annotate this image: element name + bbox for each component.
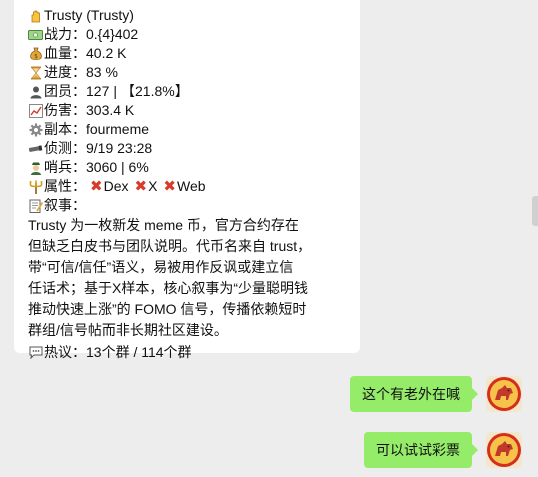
- field-label: 侦测：: [44, 140, 86, 156]
- field-progress: 进度： 83 %: [28, 63, 352, 82]
- scrollbar-handle[interactable]: [532, 196, 538, 226]
- member-icon: [28, 84, 43, 99]
- heat-value: 13个群 / 114个群: [86, 344, 192, 360]
- cash-icon: [28, 27, 43, 42]
- field-value: 0.{4}402: [86, 26, 139, 42]
- message-text: 可以试试彩票: [376, 442, 460, 458]
- field-label: 副本：: [44, 121, 86, 137]
- field-label: 战力：: [44, 26, 86, 42]
- field-members: 团员： 127 | 【21.8%】: [28, 82, 352, 101]
- field-value: 3060 | 6%: [86, 159, 149, 175]
- dog-avatar-icon: [487, 377, 521, 411]
- money-bag-icon: $: [28, 46, 43, 61]
- field-value: 9/19 23:28: [86, 140, 153, 156]
- field-label: 哨兵：: [44, 159, 86, 175]
- dog-avatar-icon: [487, 433, 521, 467]
- avatar[interactable]: [486, 432, 522, 468]
- telescope-icon: [28, 141, 43, 156]
- attr-label: 属性：: [44, 178, 86, 194]
- field-value: 40.2 K: [86, 45, 127, 61]
- narrative-heading: 叙事：: [28, 196, 352, 215]
- field-label: 团员：: [44, 83, 86, 99]
- avatar[interactable]: [486, 376, 522, 412]
- token-title-row: Trusty (Trusty): [28, 6, 352, 25]
- field-value: 127: [86, 83, 110, 99]
- attr-web: Web: [176, 178, 206, 194]
- field-label: 伤害：: [44, 102, 86, 118]
- memo-icon: [28, 198, 43, 213]
- field-damage: 伤害： 303.4 K: [28, 101, 352, 120]
- trident-icon: [28, 179, 43, 194]
- field-extra: 【21.8%】: [121, 83, 189, 99]
- field-heat: 热议： 13个群 / 114个群: [28, 343, 352, 362]
- field-sentry: 哨兵： 3060 | 6%: [28, 158, 352, 177]
- cross-icon: ✖: [134, 178, 148, 195]
- field-label: 进度：: [44, 64, 86, 80]
- separator: |: [113, 83, 117, 99]
- field-label: 血量：: [44, 45, 86, 61]
- field-instance: 副本： fourmeme: [28, 120, 352, 139]
- cross-icon: ✖: [163, 178, 176, 195]
- message-text: 这个有老外在喊: [362, 386, 460, 402]
- field-detect: 侦测： 9/19 23:28: [28, 139, 352, 158]
- chart-icon: [28, 103, 43, 118]
- field-power: 战力： 0.{4}402: [28, 25, 352, 44]
- narrative-label: 叙事：: [44, 197, 86, 213]
- hand-icon: [28, 8, 43, 23]
- attr-dex: Dex: [103, 178, 129, 194]
- attr-x: X: [148, 178, 158, 194]
- outgoing-message-bubble[interactable]: 这个有老外在喊: [350, 376, 478, 412]
- heat-label: 热议：: [44, 344, 86, 360]
- gear-icon: [28, 122, 43, 137]
- cross-icon: ✖: [90, 178, 103, 195]
- narrative-text: Trusty 为一枚新发 meme 币，官方合约存在 但缺乏白皮书与团队说明。代…: [28, 217, 312, 338]
- outgoing-message-bubble[interactable]: 可以试试彩票: [364, 432, 478, 468]
- hourglass-icon: [28, 65, 43, 80]
- field-value: 83 %: [86, 64, 118, 80]
- sentry-icon: [28, 160, 43, 175]
- speech-bubble-icon: [28, 345, 43, 360]
- field-health: $ 血量： 40.2 K: [28, 44, 352, 63]
- field-value: 303.4 K: [86, 102, 135, 118]
- token-title: Trusty (Trusty): [44, 7, 134, 23]
- field-value: fourmeme: [86, 121, 150, 137]
- svg-text:$: $: [34, 53, 38, 60]
- incoming-message-bubble[interactable]: Trusty (Trusty) 战力： 0.{4}402 $ 血量： 40.2 …: [14, 0, 360, 360]
- field-attributes: 属性： ✖ Dex ✖ X ✖ Web: [28, 177, 352, 196]
